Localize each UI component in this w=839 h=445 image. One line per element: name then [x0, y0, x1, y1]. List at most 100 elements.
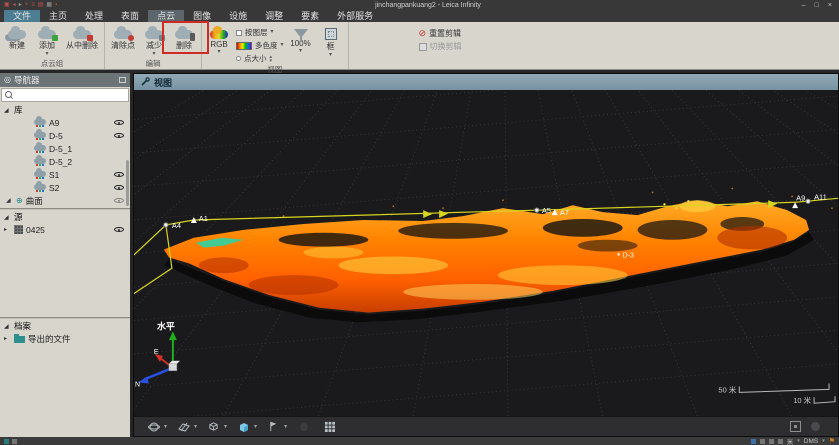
status-log-icon[interactable] [769, 439, 774, 444]
tree-item-exported-files[interactable]: ▸ 导出的文件 [0, 332, 130, 345]
cube-caret[interactable]: ▾ [224, 423, 227, 430]
tree-item-d5-2[interactable]: D-5_2 [0, 155, 130, 168]
status-view-icon[interactable] [751, 439, 756, 444]
visibility-eye-icon[interactable] [114, 170, 124, 179]
tab-services[interactable]: 外部服务 [328, 10, 382, 22]
shaded-caret[interactable]: ▾ [254, 423, 257, 430]
viewport-3d[interactable]: A4 A1 A5 A7 A9 A11 D-3 [134, 90, 838, 416]
tab-surfaces[interactable]: 表面 [112, 10, 148, 22]
tab-adjustment[interactable]: 调整 [256, 10, 292, 22]
clip-tool-button[interactable] [176, 419, 191, 434]
delete-quick-icon[interactable]: × [25, 1, 29, 10]
minimap-toggle-button[interactable] [790, 421, 801, 432]
app-logo-icon[interactable]: ▣ [4, 1, 10, 10]
clear-points-button[interactable]: 清除点 [107, 23, 139, 51]
tab-imaging[interactable]: 图像 [184, 10, 220, 22]
close-button[interactable]: × [825, 2, 835, 9]
delete-points-button[interactable]: 删除 [169, 23, 199, 51]
add-dropdown-caret[interactable]: ▾ [45, 52, 48, 57]
cube-view-button[interactable] [206, 419, 221, 434]
cloud-rgb-icon [210, 30, 228, 39]
point-size-option[interactable]: 点大小 ▴▾ [236, 52, 284, 65]
tab-infrastructure[interactable]: 设施 [220, 10, 256, 22]
tree-item-0425[interactable]: ▸ 0425 [0, 223, 130, 236]
tree-section-sources[interactable]: ◢ 源 [0, 211, 130, 223]
minimize-button[interactable]: – [799, 2, 809, 9]
tree-section-archive[interactable]: ◢ 档案 [0, 320, 130, 332]
reduce-dropdown-caret[interactable]: ▾ [152, 52, 155, 57]
tab-home[interactable]: 主页 [40, 10, 76, 22]
by-layer-caret[interactable]: ▾ [271, 30, 274, 35]
toggle-clip-button[interactable]: 切换剪辑 [419, 41, 462, 52]
marker-a4[interactable] [164, 223, 168, 227]
box-view-button[interactable]: 框 ▾ [316, 23, 346, 58]
menu-quick-icon[interactable]: ≡ [31, 1, 35, 10]
orbit-caret[interactable]: ▾ [164, 423, 167, 430]
marker-a11[interactable] [806, 199, 810, 203]
report-quick-icon[interactable]: ▤ [38, 1, 44, 10]
box-caret[interactable]: ▾ [329, 53, 332, 58]
tree-item-d5-1[interactable]: D-5_1 [0, 142, 130, 155]
visibility-eye-icon[interactable] [114, 196, 124, 205]
angle-format-selector[interactable]: DMS [804, 438, 818, 445]
filter-caret[interactable]: ▾ [284, 423, 287, 430]
reduce-points-button[interactable]: 减少 ▾ [139, 23, 169, 57]
shaded-view-button[interactable] [236, 419, 251, 434]
pointcloud-icon [34, 158, 46, 164]
tree-scrollbar-thumb[interactable] [126, 160, 129, 206]
search-input[interactable] [15, 90, 125, 101]
remove-from-group-button[interactable]: 从中删除 [62, 23, 102, 51]
marker-a9[interactable] [792, 202, 798, 208]
unit-selector[interactable]: 米 [787, 436, 794, 445]
tree-item-d5[interactable]: D-5 [0, 129, 130, 142]
undo-icon[interactable]: ◂ [13, 1, 16, 10]
visibility-eye-icon[interactable] [114, 183, 124, 192]
tree-section-library[interactable]: ◢ 库 [0, 104, 130, 116]
multichroma-caret[interactable]: ▾ [281, 43, 284, 48]
tree-item-a9[interactable]: A9 [0, 116, 130, 129]
pin-panel-icon[interactable] [119, 77, 126, 83]
status-left-icon-1[interactable] [4, 439, 9, 444]
by-layer-option[interactable]: 按图层 ▾ [236, 26, 284, 39]
density-filter-button[interactable]: 100% ▾ [286, 23, 316, 54]
point-size-spinner[interactable]: ▴▾ [270, 55, 273, 63]
filter-flag-button[interactable] [266, 419, 281, 434]
visibility-eye-icon[interactable] [114, 131, 124, 140]
tree-item-s1[interactable]: S1 [0, 168, 130, 181]
grid-quick-icon[interactable]: ▦ [46, 1, 52, 10]
status-left-icon-2[interactable] [12, 439, 17, 444]
tab-pointcloud[interactable]: 点云 [148, 10, 184, 22]
grid-toggle-button[interactable] [322, 419, 337, 434]
by-layer-checkbox[interactable] [236, 30, 242, 36]
tab-processing[interactable]: 处理 [76, 10, 112, 22]
tree-item-s2[interactable]: S2 [0, 181, 130, 194]
marker-label: A7 [560, 208, 569, 217]
save-quick-icon[interactable]: ▪ [55, 1, 57, 10]
navigator-search[interactable] [1, 88, 129, 102]
status-grid-icon[interactable] [778, 439, 783, 444]
status-report-icon[interactable] [760, 439, 765, 444]
clip-caret[interactable]: ▾ [194, 423, 197, 430]
new-pointcloud-group-button[interactable]: 新建 [2, 23, 32, 51]
tree-section-surfaces[interactable]: ◢ ⊕ 曲面 [0, 194, 130, 207]
maximize-button[interactable]: □ [812, 2, 822, 9]
tab-features[interactable]: 要素 [292, 10, 328, 22]
tab-file[interactable]: 文件 [4, 10, 40, 22]
visibility-eye-icon[interactable] [114, 118, 124, 127]
inactive-tool-button[interactable] [296, 419, 311, 434]
reset-clip-button[interactable]: ⊘ 重置剪辑 [419, 28, 462, 39]
pointcloud-icon [34, 171, 46, 177]
visibility-eye-icon[interactable] [114, 225, 124, 234]
redo-icon[interactable]: ▸ [19, 1, 22, 10]
multichroma-option[interactable]: 多色度 ▾ [236, 39, 284, 52]
density-caret[interactable]: ▾ [299, 49, 302, 54]
marker-d3[interactable] [617, 253, 619, 255]
marker-a5[interactable] [535, 208, 539, 212]
rgb-dropdown-caret[interactable]: ▾ [217, 50, 220, 55]
orbit-view-button[interactable] [146, 419, 161, 434]
point-cloud[interactable] [164, 188, 833, 323]
angle-caret[interactable]: ▾ [822, 438, 825, 444]
rgb-coloring-button[interactable]: RGB ▾ [204, 23, 234, 55]
unit-caret[interactable]: ▾ [797, 438, 800, 444]
add-to-group-button[interactable]: 添加 ▾ [32, 23, 62, 57]
